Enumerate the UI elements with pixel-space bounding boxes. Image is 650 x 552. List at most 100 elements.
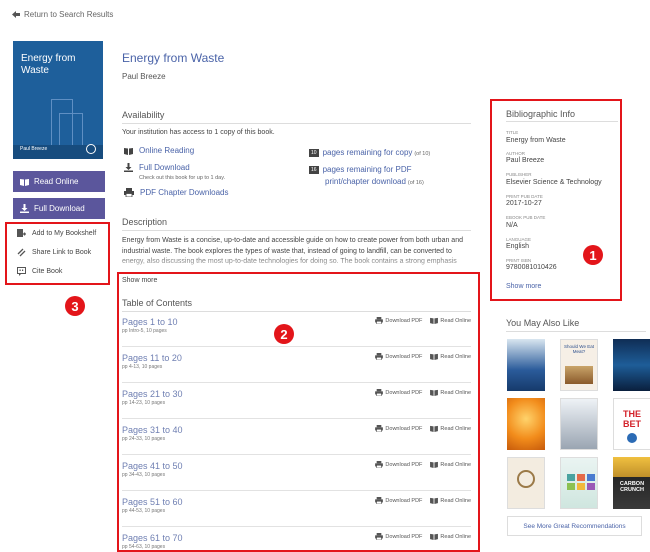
- toc-row-pages: pp 44-53, 10 pages: [122, 508, 166, 514]
- checkout-note: Check out this book for up to 1 day.: [139, 175, 226, 181]
- cite-book-label: Cite Book: [32, 268, 63, 275]
- book-title: Energy from Waste: [122, 51, 225, 65]
- bib-title-label: TITLE: [506, 130, 519, 135]
- toc-row[interactable]: Pages 61 to 70 pp 54-63, 10 pages Download…: [122, 530, 471, 552]
- online-reading-link[interactable]: Online Reading: [124, 146, 194, 155]
- download-pdf-button[interactable]: Download PDF: [375, 317, 422, 324]
- book-open-icon: [124, 147, 133, 155]
- bookshelf-add-icon: [17, 229, 26, 238]
- description-heading: Description: [122, 217, 168, 227]
- toc-heading: Table of Contents: [122, 298, 193, 308]
- download-icon: [20, 204, 29, 213]
- full-download-button[interactable]: Full Download: [13, 198, 105, 219]
- printer-icon: [375, 461, 384, 468]
- download-pdf-button[interactable]: Download PDF: [375, 533, 422, 540]
- recommendation-thumbnail[interactable]: [613, 339, 650, 391]
- download-pdf-button[interactable]: Download PDF: [375, 389, 422, 396]
- bib-print-date-value: 2017-10-27: [506, 200, 542, 207]
- bib-author-value: Paul Breeze: [506, 157, 545, 164]
- divider: [122, 311, 471, 312]
- access-text: Your institution has access to 1 copy of…: [122, 129, 275, 136]
- bib-title-value: Energy from Waste: [506, 137, 566, 144]
- printer-icon: [375, 389, 384, 396]
- book-author: Paul Breeze: [122, 72, 166, 81]
- toc-row-pages: pp 14-23, 10 pages: [122, 400, 166, 406]
- see-more-recommendations-button[interactable]: See More Great Recommendations: [507, 516, 642, 536]
- recommendation-thumbnail[interactable]: [560, 398, 598, 450]
- back-link-label: Return to Search Results: [24, 10, 114, 19]
- bib-author-label: AUTHOR: [506, 151, 525, 156]
- read-online-label: Read Online: [34, 177, 79, 186]
- bib-publisher-value: Elsevier Science & Technology: [506, 179, 602, 186]
- download-pdf-button[interactable]: Download PDF: [375, 425, 422, 432]
- book-open-icon: [20, 178, 29, 186]
- read-online-button[interactable]: Read Online: [430, 425, 471, 432]
- read-online-button[interactable]: Read Online: [430, 497, 471, 504]
- recommendation-thumbnail[interactable]: [560, 457, 598, 509]
- cite-book-link[interactable]: Cite Book: [17, 267, 62, 276]
- download-pdf-button[interactable]: Download PDF: [375, 497, 422, 504]
- availability-full-download-link[interactable]: Full Download: [124, 163, 190, 172]
- recommendation-thumbnail[interactable]: CARBON CRUNCH: [613, 457, 650, 509]
- printer-icon: [375, 497, 384, 504]
- bib-ebook-date-value: N/A: [506, 222, 518, 229]
- book-open-icon: [430, 389, 439, 396]
- copy-count-badge: 10: [309, 149, 319, 158]
- printer-icon: [124, 188, 134, 197]
- toc-row-pages: pp 54-63, 10 pages: [122, 544, 166, 550]
- recommendation-thumbnail[interactable]: Should We Eat Meat?: [560, 339, 598, 391]
- copy-remaining: 10 pages remaining for copy (of 10): [309, 148, 431, 158]
- recommendation-thumbnail[interactable]: [507, 398, 545, 450]
- divider: [122, 230, 471, 231]
- toc-row-pages: pp Intro-5, 10 pages: [122, 328, 167, 334]
- toc-row[interactable]: Pages 41 to 50 pp 34-43, 10 pages Download…: [122, 458, 471, 491]
- quote-icon: [17, 267, 26, 276]
- printer-icon: [375, 425, 384, 432]
- read-online-button[interactable]: Read Online: [430, 533, 471, 540]
- book-cover[interactable]: Energy from Waste Paul Breeze: [13, 41, 103, 159]
- share-link-link[interactable]: Share Link to Book: [17, 248, 91, 257]
- bib-language-label: LANGUAGE: [506, 237, 532, 242]
- cover-author: Paul Breeze: [20, 146, 48, 152]
- toc-row[interactable]: Pages 31 to 40 pp 24-33, 10 pages Download…: [122, 422, 471, 455]
- pdf-remaining-line2: print/chapter download (of 16): [325, 177, 424, 186]
- read-online-button[interactable]: Read Online: [430, 461, 471, 468]
- back-to-results-link[interactable]: Return to Search Results: [12, 10, 113, 19]
- add-to-bookshelf-link[interactable]: Add to My Bookshelf: [17, 229, 96, 238]
- bib-isbn-label: PRINT ISBN: [506, 258, 532, 263]
- callout-marker-3: 3: [65, 296, 85, 316]
- read-online-button[interactable]: Read Online: [430, 389, 471, 396]
- book-open-icon: [430, 461, 439, 468]
- read-online-button[interactable]: Read Online: [13, 171, 105, 192]
- printer-icon: [375, 353, 384, 360]
- toc-row[interactable]: Pages 11 to 20 pp 4-13, 10 pages Download …: [122, 350, 471, 383]
- toc-row[interactable]: Pages 21 to 30 pp 14-23, 10 pages Download…: [122, 386, 471, 419]
- publisher-logo-icon: [86, 144, 96, 154]
- divider: [506, 121, 618, 122]
- pdf-chapter-downloads-link[interactable]: PDF Chapter Downloads: [124, 188, 228, 197]
- divider: [122, 123, 471, 124]
- bib-show-more-link[interactable]: Show more: [506, 283, 541, 290]
- printer-icon: [375, 533, 384, 540]
- read-online-button[interactable]: Read Online: [430, 317, 471, 324]
- recommendation-thumbnail[interactable]: [507, 339, 545, 391]
- bib-publisher-label: PUBLISHER: [506, 172, 532, 177]
- link-icon: [17, 248, 26, 257]
- full-download-label: Full Download: [34, 204, 85, 213]
- toc-row[interactable]: Pages 51 to 60 pp 44-53, 10 pages Download…: [122, 494, 471, 527]
- recommendation-thumbnail[interactable]: [507, 457, 545, 509]
- read-online-button[interactable]: Read Online: [430, 353, 471, 360]
- availability-heading: Availability: [122, 110, 165, 120]
- download-pdf-button[interactable]: Download PDF: [375, 353, 422, 360]
- bib-isbn-value: 9780081010426: [506, 264, 557, 271]
- pdf-count-badge: 16: [309, 166, 319, 175]
- bib-print-date-label: PRINT PUB DATE: [506, 194, 543, 199]
- arrow-left-icon: [12, 11, 20, 18]
- toc-row[interactable]: Pages 1 to 10 pp Intro-5, 10 pages Downloa…: [122, 314, 471, 347]
- recommendation-thumbnail[interactable]: THE BET: [613, 398, 650, 450]
- download-pdf-button[interactable]: Download PDF: [375, 461, 422, 468]
- callout-marker-1: 1: [583, 245, 603, 265]
- toc-row-pages: pp 24-33, 10 pages: [122, 436, 166, 442]
- recs-heading: You May Also Like: [506, 318, 580, 328]
- toc-row-pages: pp 34-43, 10 pages: [122, 472, 166, 478]
